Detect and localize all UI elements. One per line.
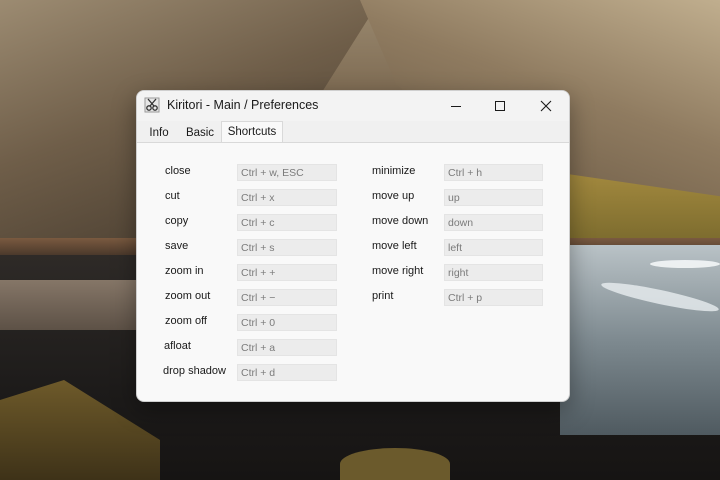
- shortcut-row-close: close Ctrl + w, ESC: [137, 164, 357, 182]
- shortcut-field[interactable]: Ctrl + h: [444, 164, 543, 181]
- tab-info[interactable]: Info: [139, 123, 179, 142]
- shortcut-field[interactable]: Ctrl + 0: [237, 314, 337, 331]
- shortcut-field[interactable]: Ctrl + c: [237, 214, 337, 231]
- shortcut-label: copy: [165, 215, 189, 227]
- shortcut-label: cut: [165, 190, 180, 202]
- wallpaper-wet-sand: [0, 280, 140, 330]
- tab-basic[interactable]: Basic: [179, 123, 221, 142]
- minimize-button[interactable]: [433, 91, 479, 121]
- shortcut-field[interactable]: Ctrl + a: [237, 339, 337, 356]
- shortcut-label: close: [165, 165, 191, 177]
- shortcut-field[interactable]: Ctrl + w, ESC: [237, 164, 337, 181]
- wallpaper-wave: [650, 260, 720, 268]
- shortcut-label: zoom off: [165, 315, 207, 327]
- shortcut-label: zoom in: [165, 265, 204, 277]
- shortcut-row-move-up: move up up: [357, 189, 557, 207]
- window-title: Kiritori - Main / Preferences: [167, 98, 319, 112]
- shortcut-label: move right: [372, 265, 424, 277]
- shortcut-label: move down: [372, 215, 429, 227]
- shortcut-label: drop shadow: [163, 365, 226, 377]
- wallpaper-sea: [560, 245, 720, 435]
- shortcut-field[interactable]: Ctrl + d: [237, 364, 337, 381]
- preferences-window: Kiritori - Main / Preferences Info Basic…: [136, 90, 570, 402]
- shortcut-field[interactable]: Ctrl + −: [237, 289, 337, 306]
- shortcut-row-save: save Ctrl + s: [137, 239, 357, 257]
- shortcut-label: zoom out: [165, 290, 211, 302]
- shortcut-row-move-down: move down down: [357, 214, 557, 232]
- shortcut-row-cut: cut Ctrl + x: [137, 189, 357, 207]
- title-bar[interactable]: Kiritori - Main / Preferences: [137, 91, 569, 121]
- tab-strip: Info Basic Shortcuts: [137, 121, 569, 143]
- shortcut-label: save: [165, 240, 189, 252]
- wallpaper-foreground-grass: [340, 448, 450, 480]
- maximize-icon: [495, 101, 505, 111]
- shortcut-row-minimize: minimize Ctrl + h: [357, 164, 557, 182]
- shortcut-row-afloat: afloat Ctrl + a: [137, 339, 357, 357]
- shortcut-row-drop-shadow: drop shadow Ctrl + d: [137, 364, 357, 382]
- shortcut-label: afloat: [164, 340, 191, 352]
- shortcut-label: print: [372, 290, 394, 302]
- shortcut-row-zoom-off: zoom off Ctrl + 0: [137, 314, 357, 332]
- shortcut-field[interactable]: Ctrl + s: [237, 239, 337, 256]
- scissors-icon[interactable]: [144, 97, 160, 113]
- shortcut-row-copy: copy Ctrl + c: [137, 214, 357, 232]
- shortcut-field[interactable]: down: [444, 214, 543, 231]
- shortcuts-pane: close Ctrl + w, ESC cut Ctrl + x copy Ct…: [137, 143, 569, 401]
- shortcut-row-zoom-out: zoom out Ctrl + −: [137, 289, 357, 307]
- shortcut-row-move-right: move right right: [357, 264, 557, 282]
- tab-shortcuts[interactable]: Shortcuts: [221, 121, 283, 142]
- shortcut-row-zoom-in: zoom in Ctrl + +: [137, 264, 357, 282]
- shortcut-label: minimize: [372, 165, 416, 177]
- shortcut-field[interactable]: Ctrl + p: [444, 289, 543, 306]
- shortcut-field[interactable]: Ctrl + +: [237, 264, 337, 281]
- shortcut-field[interactable]: Ctrl + x: [237, 189, 337, 206]
- close-button[interactable]: [523, 91, 569, 121]
- shortcut-field[interactable]: right: [444, 264, 543, 281]
- shortcut-label: move up: [372, 190, 415, 202]
- maximize-button[interactable]: [477, 91, 523, 121]
- shortcut-field[interactable]: left: [444, 239, 543, 256]
- shortcut-field[interactable]: up: [444, 189, 543, 206]
- shortcut-row-print: print Ctrl + p: [357, 289, 557, 307]
- shortcut-label: move left: [372, 240, 417, 252]
- minimize-icon: [451, 106, 461, 107]
- shortcut-row-move-left: move left left: [357, 239, 557, 257]
- close-icon: [540, 100, 552, 112]
